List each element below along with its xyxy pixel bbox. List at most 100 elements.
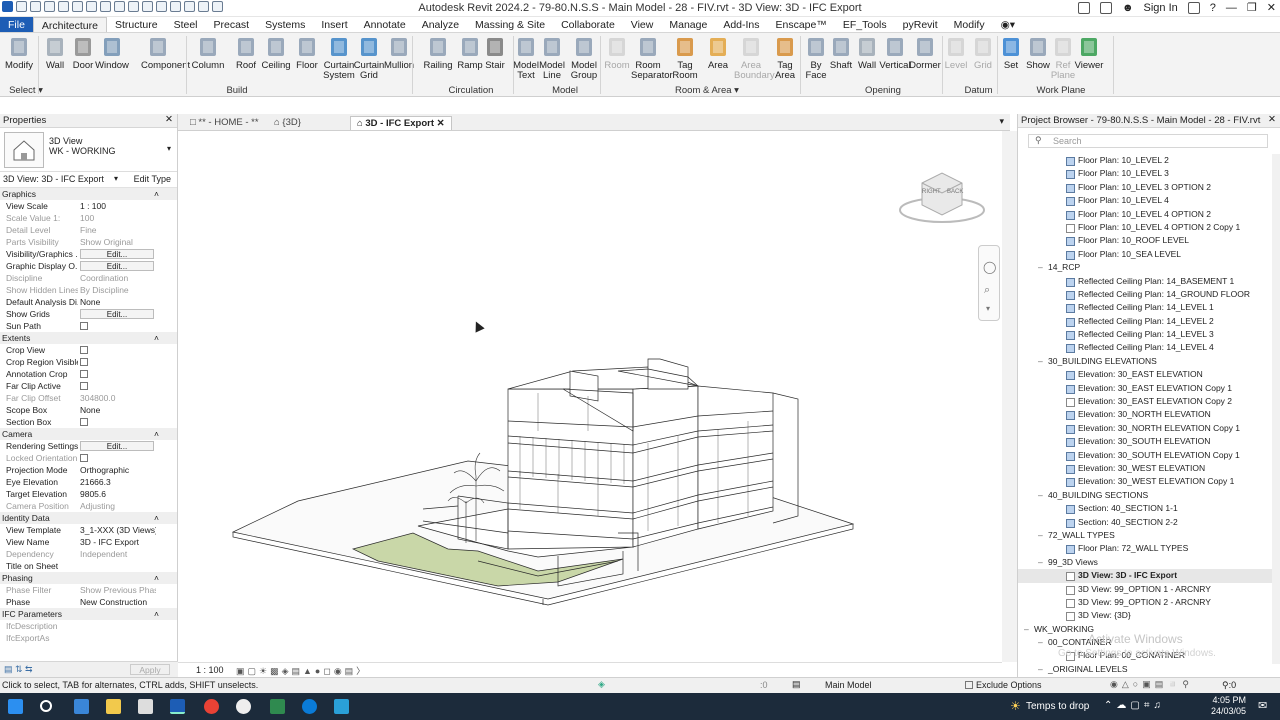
user-icon[interactable]: ☻ bbox=[1122, 2, 1134, 14]
browser-item[interactable]: Reflected Ceiling Plan: 14_LEVEL 4 bbox=[1018, 341, 1273, 354]
revit-icon[interactable] bbox=[170, 699, 185, 714]
viewcube-back-label[interactable]: BACK bbox=[947, 189, 963, 195]
collapse-toggle-icon[interactable]: – bbox=[1038, 261, 1043, 274]
browser-folder[interactable]: –30_BUILDING ELEVATIONS bbox=[1018, 355, 1273, 368]
worksharing-icon[interactable]: ◈ bbox=[598, 679, 605, 690]
railing-tool-button[interactable]: Railing bbox=[421, 35, 455, 71]
collapse-icon[interactable]: ˄ bbox=[154, 608, 164, 620]
tab-massing-site[interactable]: Massing & Site bbox=[467, 17, 553, 32]
tag-area-tool-button[interactable]: Tag Area bbox=[768, 35, 802, 81]
tag-room-tool-button[interactable]: Tag Room bbox=[668, 35, 702, 81]
view-controls-icons[interactable]: ▣▢☀▩◈▤▲●◻◉▤〉 bbox=[236, 664, 368, 677]
selection-filter-icons[interactable]: ◉△○▣▤◽⚲ bbox=[1110, 679, 1193, 690]
browser-item[interactable]: Elevation: 30_EAST ELEVATION Copy 2 bbox=[1018, 395, 1273, 408]
browser-item[interactable]: Floor Plan: 10_LEVEL 3 OPTION 2 bbox=[1018, 181, 1273, 194]
task-view-icon[interactable] bbox=[74, 699, 89, 714]
binoculars-icon[interactable] bbox=[1099, 1, 1112, 14]
tab-ef-tools[interactable]: EF_Tools bbox=[835, 17, 895, 32]
browser-item[interactable]: 3D View: 99_OPTION 2 - ARCNRY bbox=[1018, 596, 1273, 609]
property-value[interactable]: Orthographic bbox=[80, 464, 156, 476]
instance-selector[interactable]: 3D View: 3D - IFC Export ▾ Edit Type bbox=[0, 172, 177, 188]
property-checkbox[interactable] bbox=[80, 370, 88, 378]
tab-systems[interactable]: Systems bbox=[257, 17, 313, 32]
property-checkbox[interactable] bbox=[80, 382, 88, 390]
chrome-icon[interactable] bbox=[204, 699, 219, 714]
browser-item[interactable]: Elevation: 30_WEST ELEVATION bbox=[1018, 462, 1273, 475]
collapse-icon[interactable]: ˄ bbox=[154, 512, 164, 524]
tab-annotate[interactable]: Annotate bbox=[356, 17, 414, 32]
weather-text[interactable]: Temps to drop bbox=[1026, 701, 1089, 712]
collapse-toggle-icon[interactable]: – bbox=[1038, 355, 1043, 368]
edit-type-button[interactable]: Edit Type bbox=[134, 174, 171, 184]
collapse-toggle-icon[interactable]: – bbox=[1038, 663, 1043, 676]
file-explorer-icon[interactable] bbox=[106, 699, 121, 714]
tab-home[interactable]: □ ** - HOME - ** bbox=[184, 116, 265, 130]
room-tool-button[interactable]: Room bbox=[600, 35, 634, 71]
properties-help-icon[interactable]: ▤ ⇅ ⇆ bbox=[4, 664, 33, 675]
restore-icon[interactable]: ❐ bbox=[1247, 1, 1257, 14]
edit-button[interactable]: Edit... bbox=[80, 441, 154, 451]
area-boundary-tool-button[interactable]: Area Boundary bbox=[734, 35, 775, 81]
room-separator-tool-button[interactable]: Room Separator bbox=[631, 35, 673, 81]
roof-tool-button[interactable]: Roof bbox=[229, 35, 263, 71]
property-value[interactable]: None bbox=[80, 404, 156, 416]
chevron-down-icon[interactable]: ▾ bbox=[167, 144, 171, 153]
property-group-header[interactable]: Extents ˄ bbox=[0, 332, 177, 344]
close-icon[interactable]: ✕ bbox=[437, 118, 445, 129]
model-group-tool-button[interactable]: Model Group bbox=[567, 35, 601, 81]
notification-icon[interactable]: ✉ bbox=[1258, 699, 1267, 712]
stair-tool-button[interactable]: Stair bbox=[478, 35, 512, 71]
mullion-tool-button[interactable]: Mullion bbox=[382, 35, 416, 71]
property-value[interactable]: 21666.3 bbox=[80, 476, 156, 488]
collapse-toggle-icon[interactable]: – bbox=[1024, 623, 1029, 636]
tab-file[interactable]: File bbox=[0, 17, 33, 32]
property-group-header[interactable]: Graphics ˄ bbox=[0, 188, 177, 200]
floor-tool-button[interactable]: Floor bbox=[290, 35, 324, 71]
sign-in-link[interactable]: Sign In bbox=[1144, 2, 1178, 14]
browser-item[interactable]: Floor Plan: 10_LEVEL 4 OPTION 2 Copy 1 bbox=[1018, 221, 1273, 234]
tab-ifc-export[interactable]: ⌂ 3D - IFC Export ✕ bbox=[350, 116, 452, 130]
minimize-icon[interactable]: — bbox=[1226, 2, 1237, 14]
tab-add-ins[interactable]: Add-Ins bbox=[715, 17, 767, 32]
tab-insert[interactable]: Insert bbox=[313, 17, 355, 32]
tab-steel[interactable]: Steel bbox=[166, 17, 206, 32]
app2-icon[interactable] bbox=[236, 699, 251, 714]
close-icon[interactable]: ✕ bbox=[1268, 114, 1276, 125]
collapse-toggle-icon[interactable]: – bbox=[1038, 529, 1043, 542]
search-icon[interactable] bbox=[40, 700, 52, 712]
property-checkbox[interactable] bbox=[80, 358, 88, 366]
edge-icon[interactable] bbox=[302, 699, 317, 714]
model-icon[interactable]: ▤ bbox=[792, 679, 801, 690]
browser-item[interactable]: Elevation: 30_WEST ELEVATION Copy 1 bbox=[1018, 475, 1273, 488]
view-scale[interactable]: 1 : 100 bbox=[196, 665, 224, 675]
tab-manage[interactable]: Manage bbox=[661, 17, 715, 32]
collapse-icon[interactable]: ˄ bbox=[154, 332, 164, 344]
browser-folder[interactable]: –99_3D Views bbox=[1018, 556, 1273, 569]
chevron-down-icon[interactable]: ▾ bbox=[114, 174, 118, 183]
ribbon-group-label[interactable]: Room & Area ▾ bbox=[662, 85, 752, 96]
browser-item[interactable]: Reflected Ceiling Plan: 14_GROUND FLOOR bbox=[1018, 288, 1273, 301]
tab-modify[interactable]: Modify bbox=[946, 17, 993, 32]
tab-analyze[interactable]: Analyze bbox=[414, 17, 467, 32]
cursor-tool-button[interactable]: Modify bbox=[2, 35, 36, 71]
search-input[interactable]: ⚲ Search bbox=[1028, 134, 1268, 148]
collapse-icon[interactable]: ˄ bbox=[154, 188, 164, 200]
browser-item[interactable]: Elevation: 30_SOUTH ELEVATION bbox=[1018, 435, 1273, 448]
vertical-scrollbar[interactable] bbox=[1002, 131, 1017, 662]
browser-item[interactable]: Section: 40_SECTION 1-1 bbox=[1018, 502, 1273, 515]
property-value[interactable]: 3_1-XXX (3D Views) - E bbox=[80, 524, 156, 536]
drawing-area[interactable]: RIGHT BACK ◯ ⌕ ▾ bbox=[178, 131, 1002, 662]
weather-icon[interactable]: ☀ bbox=[1010, 699, 1021, 713]
property-value[interactable]: 1 : 100 bbox=[80, 200, 156, 212]
browser-folder[interactable]: –40_BUILDING SECTIONS bbox=[1018, 489, 1273, 502]
tab-view[interactable]: View bbox=[623, 17, 662, 32]
tab-architecture[interactable]: Architecture bbox=[32, 17, 107, 32]
tab-enscape[interactable]: Enscape™ bbox=[768, 17, 835, 32]
property-group-header[interactable]: IFC Parameters ˄ bbox=[0, 608, 177, 620]
type-selector[interactable]: 3D View WK - WORKING ▾ bbox=[0, 128, 177, 172]
browser-item[interactable]: Reflected Ceiling Plan: 14_LEVEL 3 bbox=[1018, 328, 1273, 341]
browser-item[interactable]: Floor Plan: 10_LEVEL 4 bbox=[1018, 194, 1273, 207]
search-icon[interactable] bbox=[1077, 1, 1090, 14]
column-tool-button[interactable]: Column bbox=[191, 35, 225, 71]
component-tool-button[interactable]: Component bbox=[141, 35, 190, 71]
